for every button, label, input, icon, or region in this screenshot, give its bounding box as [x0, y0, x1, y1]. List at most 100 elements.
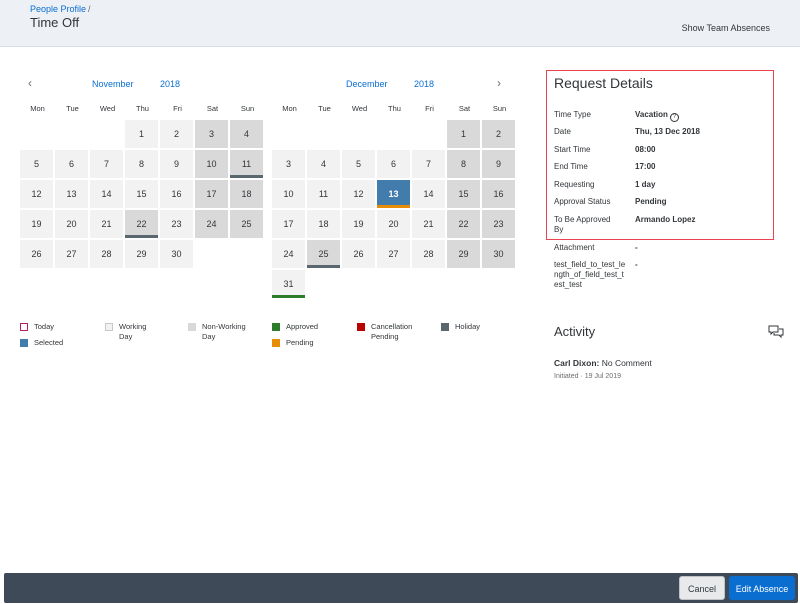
calendar-day-december-8[interactable]: 8	[447, 150, 480, 178]
calendar-day-november-29[interactable]: 29	[125, 240, 158, 268]
calendar-day-november-14[interactable]: 14	[90, 180, 123, 208]
calendar-day-december-12[interactable]: 12	[342, 180, 375, 208]
day-number: 3	[285, 159, 291, 169]
calendar-day-december-29[interactable]: 29	[447, 240, 480, 268]
calendar-day-november-23[interactable]: 23	[160, 210, 193, 238]
calendar-day-december-15[interactable]: 15	[447, 180, 480, 208]
calendar-day-december-1[interactable]: 1	[447, 120, 480, 148]
calendar-november: ‹ November 2018 Mon Tue Wed Thu Fri Sat Sun 12…	[20, 76, 264, 268]
breadcrumb-people-profile[interactable]: People Profile	[30, 4, 86, 14]
calendar-day-december-20[interactable]: 20	[377, 210, 410, 238]
calendar-day-november-28[interactable]: 28	[90, 240, 123, 268]
calendar-day-december-14[interactable]: 14	[412, 180, 445, 208]
calendar-day-december-9[interactable]: 9	[482, 150, 515, 178]
calendar-day-december-5[interactable]: 5	[342, 150, 375, 178]
calendar-day-december-7[interactable]: 7	[412, 150, 445, 178]
help-icon[interactable]: ?	[669, 113, 679, 122]
calendar-day-november-4[interactable]: 4	[230, 120, 263, 148]
detail-value: 08:00	[635, 145, 656, 154]
calendar-day-november-12[interactable]: 12	[20, 180, 53, 208]
day-number: 16	[171, 189, 182, 199]
legend-swatch	[357, 323, 365, 331]
legend-swatch	[105, 323, 113, 331]
detail-label: Start Time	[554, 145, 591, 154]
day-number: 3	[208, 129, 214, 139]
calendar-day-november-19[interactable]: 19	[20, 210, 53, 238]
calendar-day-december-22[interactable]: 22	[447, 210, 480, 238]
calendar-day-december-27[interactable]: 27	[377, 240, 410, 268]
calendar-day-december-28[interactable]: 28	[412, 240, 445, 268]
calendar-day-november-30[interactable]: 30	[160, 240, 193, 268]
detail-label: Approval Status	[554, 197, 611, 206]
calendar-day-november-3[interactable]: 3	[195, 120, 228, 148]
calendar-day-november-20[interactable]: 20	[55, 210, 88, 238]
calendar-day-november-11[interactable]: 11	[230, 150, 263, 178]
day-number: 23	[493, 219, 504, 229]
legend-label: Cancellation Pending	[371, 322, 413, 341]
calendar-month-label[interactable]: November	[92, 79, 134, 89]
calendar-day-november-24[interactable]: 24	[195, 210, 228, 238]
detail-value: -	[635, 260, 638, 269]
calendar-day-november-18[interactable]: 18	[230, 180, 263, 208]
calendar-day-november-8[interactable]: 8	[125, 150, 158, 178]
day-number: 4	[243, 129, 249, 139]
page-title: Time Off	[30, 15, 80, 30]
calendar-day-november-9[interactable]: 9	[160, 150, 193, 178]
calendar-day-november-7[interactable]: 7	[90, 150, 123, 178]
calendar-day-december-6[interactable]: 6	[377, 150, 410, 178]
calendar-day-december-13[interactable]: 13	[377, 180, 410, 208]
prev-month-icon[interactable]: ‹	[28, 76, 32, 90]
calendar-day-december-11[interactable]: 11	[307, 180, 340, 208]
pending-marker	[377, 205, 410, 208]
calendar-month-label[interactable]: December	[346, 79, 388, 89]
comments-icon[interactable]	[768, 325, 784, 339]
calendar-day-december-16[interactable]: 16	[482, 180, 515, 208]
calendar-day-november-17[interactable]: 17	[195, 180, 228, 208]
legend-swatch	[20, 323, 28, 331]
day-number: 30	[493, 249, 504, 259]
calendar-day-november-10[interactable]: 10	[195, 150, 228, 178]
calendar-day-december-23[interactable]: 23	[482, 210, 515, 238]
legend-swatch	[20, 339, 28, 347]
calendar-day-december-21[interactable]: 21	[412, 210, 445, 238]
edit-absence-button[interactable]: Edit Absence	[729, 576, 795, 600]
calendar-day-december-31[interactable]: 31	[272, 270, 305, 298]
day-number: 19	[353, 219, 364, 229]
calendar-day-december-4[interactable]: 4	[307, 150, 340, 178]
holiday-marker	[230, 175, 263, 178]
calendar-day-december-24[interactable]: 24	[272, 240, 305, 268]
calendar-day-november-6[interactable]: 6	[55, 150, 88, 178]
calendar-day-december-3[interactable]: 3	[272, 150, 305, 178]
approved-marker	[272, 295, 305, 298]
calendar-year-label[interactable]: 2018	[414, 79, 434, 89]
calendar-day-november-5[interactable]: 5	[20, 150, 53, 178]
calendar-day-november-26[interactable]: 26	[20, 240, 53, 268]
calendar-day-december-17[interactable]: 17	[272, 210, 305, 238]
calendar-day-november-2[interactable]: 2	[160, 120, 193, 148]
day-number: 22	[136, 219, 147, 229]
calendar-day-december-10[interactable]: 10	[272, 180, 305, 208]
calendar-day-december-19[interactable]: 19	[342, 210, 375, 238]
calendar-day-november-27[interactable]: 27	[55, 240, 88, 268]
activity-author: Carl Dixon:	[554, 358, 600, 368]
calendar-day-november-16[interactable]: 16	[160, 180, 193, 208]
calendar-day-december-30[interactable]: 30	[482, 240, 515, 268]
calendar-day-december-2[interactable]: 2	[482, 120, 515, 148]
next-month-icon[interactable]: ›	[497, 76, 501, 90]
calendar-day-november-1[interactable]: 1	[125, 120, 158, 148]
day-number: 29	[136, 249, 147, 259]
calendar-day-november-25[interactable]: 25	[230, 210, 263, 238]
calendar-day-december-25[interactable]: 25	[307, 240, 340, 268]
breadcrumb: People Profile /	[30, 4, 91, 14]
calendar-day-november-13[interactable]: 13	[55, 180, 88, 208]
calendar-day-december-26[interactable]: 26	[342, 240, 375, 268]
weekday-header-row: Mon Tue Wed Thu Fri Sat Sun	[20, 104, 264, 116]
calendar-day-november-15[interactable]: 15	[125, 180, 158, 208]
calendar-year-label[interactable]: 2018	[160, 79, 180, 89]
calendar-day-december-18[interactable]: 18	[307, 210, 340, 238]
breadcrumb-separator: /	[88, 4, 91, 14]
cancel-button[interactable]: Cancel	[679, 576, 725, 600]
calendar-day-november-22[interactable]: 22	[125, 210, 158, 238]
show-team-absences-button[interactable]: Show Team Absences	[682, 23, 770, 33]
calendar-day-november-21[interactable]: 21	[90, 210, 123, 238]
